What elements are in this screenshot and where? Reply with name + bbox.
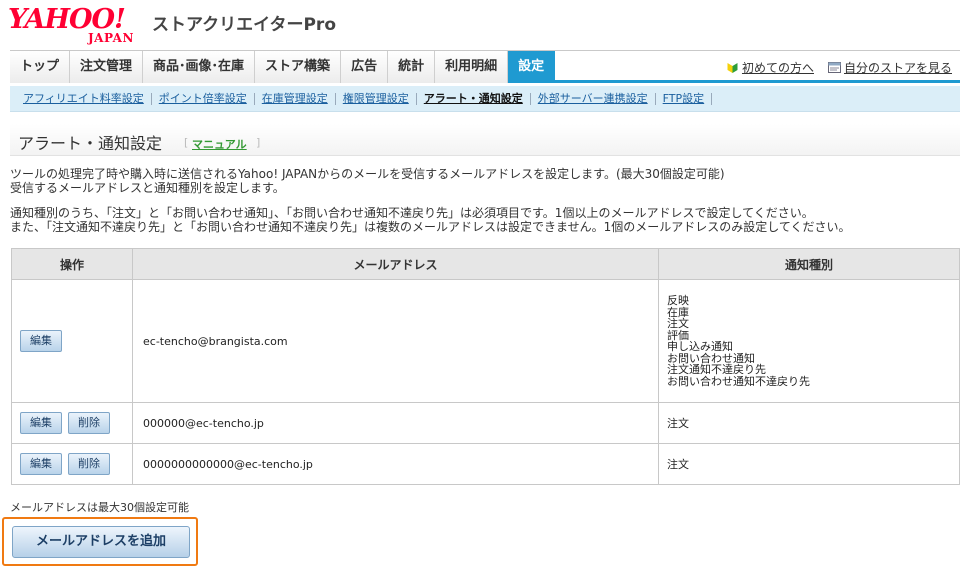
- header-notification-type: 通知種別: [658, 248, 960, 280]
- notification-type-item: 注文: [667, 317, 689, 330]
- subnav-external-server[interactable]: 外部サーバー連携設定: [531, 92, 656, 105]
- logo-sub-text: JAPAN: [88, 31, 134, 45]
- notification-type-item: 注文通知不達戻り先: [667, 363, 766, 376]
- tab-statistics[interactable]: 統計: [388, 51, 436, 83]
- page-title: アラート・通知設定: [18, 134, 163, 153]
- edit-button[interactable]: 編集: [20, 453, 62, 475]
- yahoo-japan-logo[interactable]: YAHOO! JAPAN: [8, 4, 148, 46]
- notification-type-cell: 反映 在庫 注文 評価 申し込み通知 お問い合わせ通知 注文通知不達戻り先 お問…: [658, 279, 960, 403]
- description-line-3: 通知種別のうち、「注文」と「お問い合わせ通知」、「お問い合わせ通知不達戻り先」は…: [10, 206, 814, 220]
- main-nav-tabs: トップ 注文管理 商品･画像･在庫 ストア構築 広告 統計 利用明細 設定: [10, 51, 556, 83]
- notification-type-cell: 注文: [658, 402, 960, 444]
- store-window-icon: [827, 61, 841, 74]
- add-button-highlight: メールアドレスを追加: [2, 517, 198, 566]
- description-line-1: ツールの処理完了時や購入時に送信されるYahoo! JAPANからのメールを受信…: [10, 167, 725, 181]
- table-row: 編集 ec-tencho@brangista.com 反映 在庫 注文 評価 申…: [11, 279, 960, 403]
- operation-cell: 編集 削除: [11, 402, 133, 444]
- notification-type-item: 反映: [667, 294, 689, 307]
- notification-type-item: 申し込み通知: [667, 340, 733, 353]
- subnav-alert-notification[interactable]: アラート・通知設定: [417, 92, 531, 105]
- page-title-bar: アラート・通知設定 [ マニュアル ]: [10, 124, 960, 156]
- header-links: 初めての方へ 自分のストアを見る: [726, 59, 952, 76]
- view-my-store-link[interactable]: 自分のストアを見る: [827, 59, 952, 76]
- subnav-point-rate[interactable]: ポイント倍率設定: [152, 92, 255, 105]
- max-address-note: メールアドレスは最大30個設定可能: [10, 501, 189, 514]
- notification-type-cell: 注文: [658, 443, 960, 485]
- header-operation: 操作: [11, 248, 133, 280]
- main-nav: トップ 注文管理 商品･画像･在庫 ストア構築 広告 統計 利用明細 設定 初め…: [10, 50, 960, 83]
- description-line-2: 受信するメールアドレスと通知種別を設定します。: [10, 181, 285, 195]
- settings-subnav: アフィリエイト料率設定 ポイント倍率設定 在庫管理設定 権限管理設定 アラート・…: [10, 86, 960, 112]
- email-cell: ec-tencho@brangista.com: [132, 279, 659, 403]
- beginner-link[interactable]: 初めての方へ: [726, 59, 814, 76]
- subnav-permission-management[interactable]: 権限管理設定: [336, 92, 417, 105]
- header-email: メールアドレス: [132, 248, 659, 280]
- email-cell: 0000000000000@ec-tencho.jp: [132, 443, 659, 485]
- beginner-leaf-icon: [726, 61, 739, 74]
- header: YAHOO! JAPAN ストアクリエイターPro: [0, 0, 970, 48]
- delete-button[interactable]: 削除: [68, 453, 110, 475]
- edit-button[interactable]: 編集: [20, 412, 62, 434]
- table-header-row: 操作 メールアドレス 通知種別: [11, 248, 960, 280]
- operation-cell: 編集: [11, 279, 133, 403]
- description-line-4: また、「注文通知不達戻り先」と「お問い合わせ通知不達戻り先」は複数のメールアドレ…: [10, 220, 851, 234]
- delete-button[interactable]: 削除: [68, 412, 110, 434]
- notification-type-list: 反映 在庫 注文 評価 申し込み通知 お問い合わせ通知 注文通知不達戻り先 お問…: [667, 295, 959, 387]
- beginner-link-label: 初めての方へ: [741, 61, 814, 75]
- notification-type-item: お問い合わせ通知不達戻り先: [667, 374, 810, 388]
- tab-store-build[interactable]: ストア構築: [255, 51, 342, 83]
- subnav-stock-management[interactable]: 在庫管理設定: [255, 92, 336, 105]
- edit-button[interactable]: 編集: [20, 330, 62, 352]
- tab-settings[interactable]: 設定: [508, 51, 556, 83]
- add-email-button[interactable]: メールアドレスを追加: [12, 526, 190, 558]
- tab-products-images-stock[interactable]: 商品･画像･在庫: [143, 51, 256, 83]
- email-address-table: 操作 メールアドレス 通知種別 編集 ec-tencho@brangista.c…: [11, 248, 960, 485]
- app-title: ストアクリエイターPro: [152, 15, 336, 35]
- view-my-store-label: 自分のストアを見る: [843, 61, 952, 75]
- bracket-left: [: [184, 136, 189, 149]
- tab-top[interactable]: トップ: [10, 51, 71, 83]
- tab-ads[interactable]: 広告: [341, 51, 389, 83]
- tab-usage-details[interactable]: 利用明細: [435, 51, 509, 83]
- table-row: 編集 削除 000000@ec-tencho.jp 注文: [11, 402, 960, 444]
- table-row: 編集 削除 0000000000000@ec-tencho.jp 注文: [11, 443, 960, 485]
- manual-link[interactable]: マニュアル: [192, 136, 247, 152]
- email-cell: 000000@ec-tencho.jp: [132, 402, 659, 444]
- tab-order-management[interactable]: 注文管理: [70, 51, 144, 83]
- subnav-ftp[interactable]: FTP設定: [656, 92, 713, 105]
- subnav-affiliate-rate[interactable]: アフィリエイト料率設定: [16, 92, 152, 105]
- operation-cell: 編集 削除: [11, 443, 133, 485]
- notification-type-item: 在庫: [667, 305, 689, 319]
- bracket-right: ]: [256, 136, 261, 149]
